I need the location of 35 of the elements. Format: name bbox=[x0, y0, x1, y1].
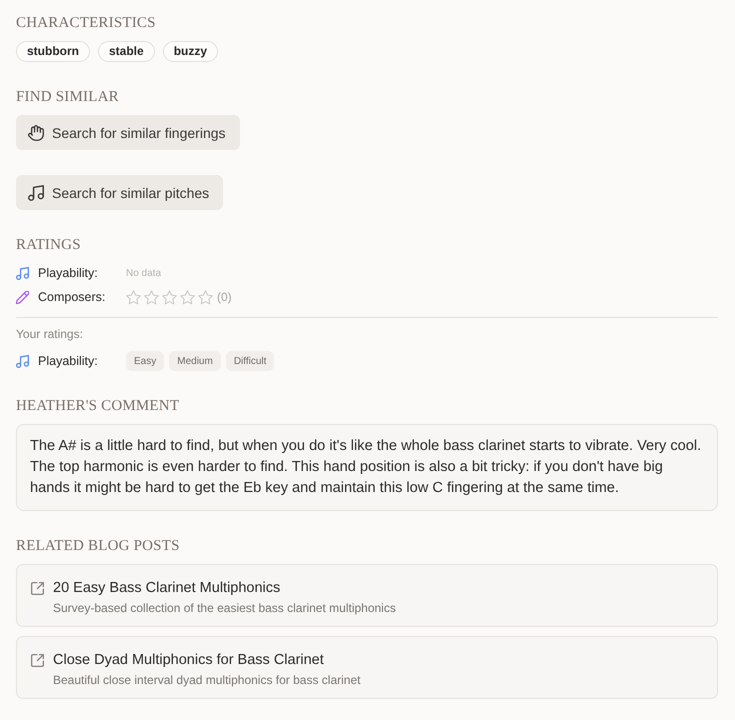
your-ratings-label: Your ratings: bbox=[16, 327, 83, 341]
rating-option-button[interactable]: Easy bbox=[126, 351, 164, 371]
rating-option-button[interactable]: Difficult bbox=[226, 351, 274, 371]
section-heading: HEATHER'S COMMENT bbox=[16, 397, 180, 415]
search-button[interactable]: Search for similar fingerings bbox=[16, 115, 240, 150]
external-link-icon bbox=[31, 654, 44, 667]
rating-label: Playability: bbox=[38, 354, 99, 368]
post-title: Close Dyad Multiphonics for Bass Clarinet bbox=[53, 651, 324, 670]
section-heading: RELATED BLOG POSTS bbox=[16, 537, 180, 555]
comment-text: The A# is a little hard to find, but when you do it's like the whole bass clarinet starts to vibrate. Very cool. The top harmonic is even harder to find. This hand position is also a bit tricky: if you don't have big hands it might be hard to get the Eb key and maintain this low C fingering at the same time. bbox=[16, 424, 718, 511]
rating-label: Composers: bbox=[38, 290, 106, 304]
blog-post-card[interactable]: 20 Easy Bass Clarinet Multiphonics Survey-based collection of the easiest bass clarinet multiphonics bbox=[16, 564, 718, 627]
rating-label: Playability: bbox=[38, 266, 99, 280]
star-icon bbox=[126, 290, 141, 304]
rating-option-button[interactable]: Medium bbox=[169, 351, 221, 371]
tag: stable bbox=[98, 41, 155, 62]
music-note-icon bbox=[28, 184, 44, 200]
star-icon bbox=[198, 290, 213, 304]
rating-value: No data bbox=[126, 268, 162, 278]
post-description: Beautiful close interval dyad multiphonics for bass clarinet bbox=[53, 672, 360, 688]
search-button[interactable]: Search for similar pitches bbox=[16, 175, 224, 210]
star-icon bbox=[162, 290, 177, 304]
star-icon bbox=[144, 290, 159, 304]
external-link-icon bbox=[31, 582, 44, 595]
section-heading: CHARACTERISTICS bbox=[16, 14, 156, 32]
post-title: 20 Easy Bass Clarinet Multiphonics bbox=[53, 579, 280, 598]
tag: buzzy bbox=[162, 41, 218, 62]
star-icon bbox=[180, 290, 195, 304]
post-description: Survey-based collection of the easiest bass clarinet multiphonics bbox=[53, 600, 396, 616]
tag: stubborn bbox=[16, 41, 90, 62]
hand-icon bbox=[28, 124, 44, 140]
rating-count: (0) bbox=[217, 290, 232, 304]
section-heading: RATINGS bbox=[16, 236, 81, 254]
section-heading: FIND SIMILAR bbox=[16, 88, 119, 106]
blog-post-card[interactable]: Close Dyad Multiphonics for Bass Clarinet Beautiful close interval dyad multiphonics for bass clarinet bbox=[16, 636, 718, 699]
